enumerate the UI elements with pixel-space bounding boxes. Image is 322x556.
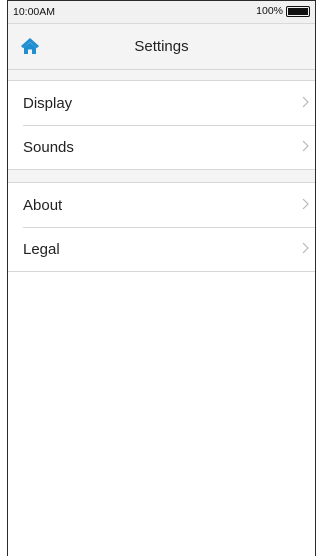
battery-icon [286,5,310,17]
chevron-right-icon [302,198,309,210]
chevron-right-icon [302,242,309,254]
status-bar: 10:00AM 100% [8,1,315,24]
battery-fill [288,7,308,15]
chevron-right-icon [302,96,309,108]
settings-group-1: Display Sounds [8,80,315,170]
settings-row-legal[interactable]: Legal [8,227,315,271]
chevron-right-icon [302,140,309,152]
settings-row-label: About [23,197,63,214]
settings-row-display[interactable]: Display [8,81,315,125]
settings-row-label: Legal [23,241,60,258]
settings-row-label: Sounds [23,139,74,156]
status-right: 100% [256,5,310,17]
battery-percent: 100% [256,5,283,17]
navigation-bar: Settings [8,24,315,70]
settings-row-about[interactable]: About [8,183,315,227]
section-gap [8,70,315,80]
page-title: Settings [134,38,189,55]
settings-group-2: About Legal [8,182,315,272]
settings-row-sounds[interactable]: Sounds [8,125,315,169]
section-gap [8,170,315,182]
status-time: 10:00AM [13,6,56,18]
device-frame: 10:00AM 100% Settings Display Sounds Abo… [7,0,316,556]
settings-row-label: Display [23,95,73,112]
